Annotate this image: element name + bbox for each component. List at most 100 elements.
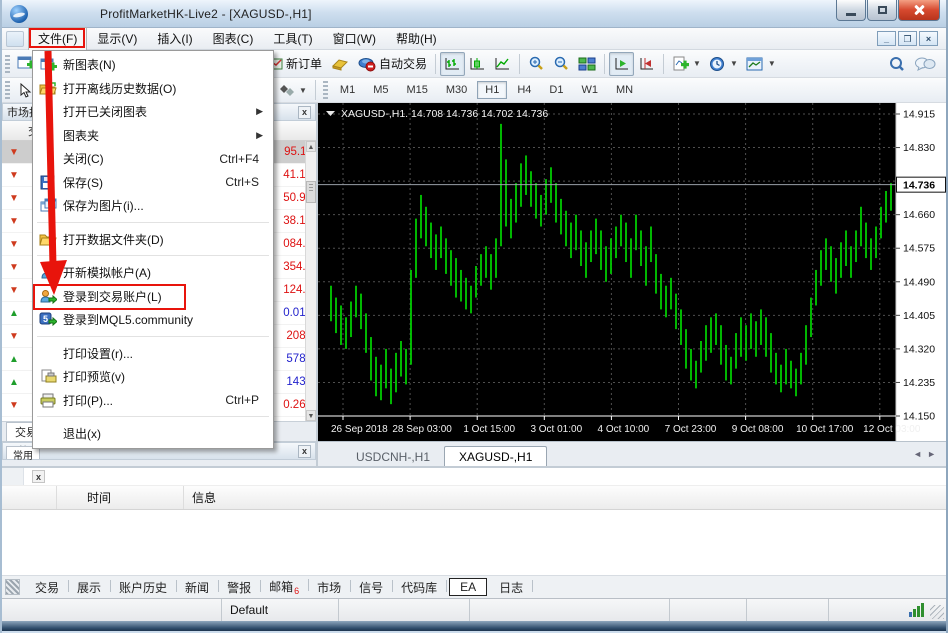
menubar-item[interactable]: 显示(V) bbox=[87, 27, 147, 50]
file-menu-item[interactable]: 打开已关闭图表▶ bbox=[33, 100, 273, 124]
file-menu-item[interactable]: 保存(S)Ctrl+S bbox=[33, 171, 273, 195]
chart-tab[interactable]: XAGUSD-,H1 bbox=[444, 446, 547, 466]
time-column-header[interactable]: 时间 bbox=[57, 486, 184, 509]
terminal-tab[interactable]: 市场 bbox=[308, 577, 350, 598]
timeframe-button-m1[interactable]: M1 bbox=[332, 81, 363, 99]
file-menu-item[interactable]: 打开数据文件夹(D) bbox=[33, 228, 273, 252]
tab-scroll-arrows-icon[interactable]: ◄ ► bbox=[913, 449, 936, 459]
file-menu-item[interactable]: 5登录到MQL5.community bbox=[33, 308, 273, 332]
close-button[interactable] bbox=[898, 0, 940, 21]
terminal-grip[interactable] bbox=[2, 468, 24, 485]
login-account-icon bbox=[33, 289, 63, 304]
file-menu-item[interactable]: 保存为图片(i)... bbox=[33, 194, 273, 218]
menubar-item[interactable]: 插入(I) bbox=[147, 27, 202, 50]
minimize-button[interactable] bbox=[836, 0, 866, 21]
terminal-tab[interactable]: 警报 bbox=[218, 577, 260, 598]
menu-separator bbox=[33, 332, 273, 342]
file-menu-item[interactable]: 打印设置(r)... bbox=[33, 342, 273, 366]
community-chat-button[interactable] bbox=[910, 52, 940, 76]
periods-button[interactable]: ▼ bbox=[705, 52, 742, 76]
terminal-tab[interactable]: 信号 bbox=[350, 577, 392, 598]
file-menu-item[interactable]: 打印预览(v) bbox=[33, 365, 273, 389]
timeframe-grip[interactable] bbox=[323, 81, 328, 99]
timeframe-bar: M1M5M15M30H1H4D1W1MN bbox=[331, 81, 642, 99]
terminal-tab[interactable]: 日志 bbox=[490, 577, 532, 598]
menubar-item[interactable]: 工具(T) bbox=[263, 27, 322, 50]
price-chart[interactable]: 14.91514.83014.74514.66014.57514.49014.4… bbox=[318, 103, 946, 441]
menubar-item[interactable]: 图表(C) bbox=[203, 27, 264, 50]
timeframe-button-w1[interactable]: W1 bbox=[573, 81, 606, 99]
chart-tab[interactable]: USDCNH-,H1 bbox=[342, 447, 444, 466]
menubar-item[interactable]: 窗口(W) bbox=[323, 27, 386, 50]
svg-text:5: 5 bbox=[43, 314, 48, 324]
terminal-tab[interactable]: 新闻 bbox=[176, 577, 218, 598]
toolbar-grip[interactable] bbox=[5, 55, 10, 73]
style-tool-button[interactable]: ▼ bbox=[275, 78, 311, 102]
file-menu-item[interactable]: 图表夹▶ bbox=[33, 124, 273, 148]
timeframe-button-mn[interactable]: MN bbox=[608, 81, 641, 99]
file-menu-item[interactable]: 打开离线历史数据(O) bbox=[33, 77, 273, 101]
search-button[interactable] bbox=[884, 52, 910, 76]
mdi-minimize-button[interactable]: _ bbox=[877, 31, 896, 46]
connection-status-icon bbox=[909, 603, 924, 617]
terminal-tab[interactable]: EA bbox=[449, 578, 487, 596]
market-watch-close-icon[interactable]: x bbox=[298, 106, 311, 119]
terminal-tab[interactable]: 邮箱6 bbox=[260, 576, 308, 598]
tile-windows-button[interactable] bbox=[574, 52, 600, 76]
autotrade-button[interactable]: 自动交易 bbox=[354, 52, 431, 76]
menu-bar: 文件(F)显示(V)插入(I)图表(C)工具(T)窗口(W)帮助(H) _ ❐ … bbox=[2, 28, 946, 50]
scroll-up-icon[interactable]: ▲ bbox=[306, 141, 316, 152]
timeframe-button-h1[interactable]: H1 bbox=[477, 81, 507, 99]
templates-button[interactable]: ▼ bbox=[742, 52, 780, 76]
auto-scroll-button[interactable] bbox=[609, 52, 634, 76]
mdi-restore-button[interactable]: ❐ bbox=[898, 31, 917, 46]
line-chart-mode-button[interactable] bbox=[490, 52, 515, 76]
status-profile[interactable]: Default bbox=[222, 599, 339, 621]
timeframe-button-m5[interactable]: M5 bbox=[365, 81, 396, 99]
navigator-close-icon[interactable]: x bbox=[298, 445, 311, 458]
toolbar-grip-2[interactable] bbox=[5, 81, 10, 99]
candlestick-mode-button[interactable] bbox=[465, 52, 490, 76]
indicators-button[interactable]: ▼ bbox=[668, 52, 705, 76]
menubar-item[interactable]: 帮助(H) bbox=[386, 27, 447, 50]
message-column-header[interactable]: 信息 bbox=[184, 486, 946, 509]
menubar-item[interactable]: 文件(F) bbox=[28, 27, 87, 50]
file-menu-item[interactable]: 开新模拟帐户(A) bbox=[33, 261, 273, 285]
periods-dropdown-arrow[interactable]: ▼ bbox=[730, 59, 738, 68]
bar-chart-icon bbox=[444, 56, 461, 72]
mdi-close-button[interactable]: × bbox=[919, 31, 938, 46]
timeframe-button-m30[interactable]: M30 bbox=[438, 81, 475, 99]
templates-dropdown-arrow[interactable]: ▼ bbox=[768, 59, 776, 68]
terminal-tab[interactable]: 代码库 bbox=[392, 577, 446, 598]
chart-shift-button[interactable] bbox=[634, 52, 659, 76]
metaeditor-button[interactable] bbox=[326, 52, 354, 76]
timeframe-button-d1[interactable]: D1 bbox=[541, 81, 571, 99]
terminal-tab[interactable]: 账户历史 bbox=[110, 577, 176, 598]
scrollbar-thumb[interactable] bbox=[306, 181, 316, 203]
terminal-tab[interactable]: 展示 bbox=[68, 577, 110, 598]
file-menu-item-label: 打开已关闭图表 bbox=[63, 103, 256, 120]
svg-text:14.235: 14.235 bbox=[903, 377, 935, 389]
file-menu-item[interactable]: 登录到交易账户(L) bbox=[33, 285, 273, 309]
zoom-in-button[interactable] bbox=[524, 52, 549, 76]
file-menu-item[interactable]: 关闭(C)Ctrl+F4 bbox=[33, 147, 273, 171]
market-watch-scrollbar[interactable]: ▲ ▼ bbox=[305, 141, 316, 421]
style-dropdown-arrow[interactable]: ▼ bbox=[299, 86, 307, 95]
scroll-down-icon[interactable]: ▼ bbox=[306, 410, 316, 421]
timeframe-button-h4[interactable]: H4 bbox=[509, 81, 539, 99]
terminal-close-icon[interactable]: x bbox=[32, 470, 45, 483]
zoom-out-button[interactable] bbox=[549, 52, 574, 76]
down-arrow-icon: ▼ bbox=[2, 216, 26, 227]
xagusd-chart-canvas[interactable]: 14.91514.83014.74514.66014.57514.49014.4… bbox=[318, 103, 946, 441]
resize-grip[interactable] bbox=[930, 605, 944, 619]
bar-chart-mode-button[interactable] bbox=[440, 52, 465, 76]
file-menu-item[interactable]: 新图表(N) bbox=[33, 53, 273, 77]
file-menu-item[interactable]: 打印(P)...Ctrl+P bbox=[33, 389, 273, 413]
terminal-tab[interactable]: 交易 bbox=[26, 577, 68, 598]
restore-button[interactable] bbox=[867, 0, 897, 21]
terminal-tabs: 交易展示账户历史新闻警报邮箱6市场信号代码库EA日志 bbox=[2, 575, 946, 598]
file-menu-item[interactable]: 退出(x) bbox=[33, 422, 273, 446]
timeframe-button-m15[interactable]: M15 bbox=[398, 81, 435, 99]
indicators-dropdown-arrow[interactable]: ▼ bbox=[693, 59, 701, 68]
tile-windows-icon bbox=[578, 56, 596, 72]
